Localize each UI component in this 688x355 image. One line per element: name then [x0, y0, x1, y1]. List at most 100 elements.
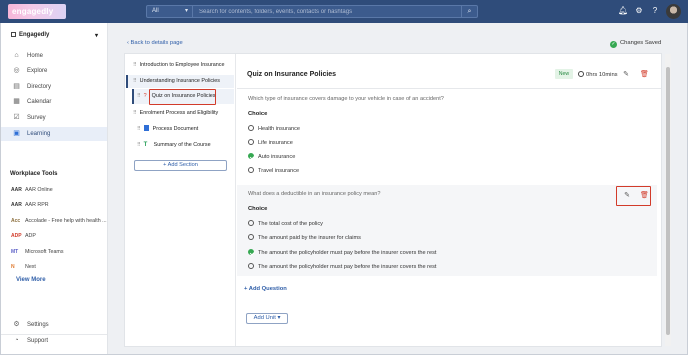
tool-label: AAR RPR [25, 202, 49, 208]
teams-logo-icon: MT [11, 249, 19, 255]
quiz-duration[interactable]: 0hrs 10mins [578, 71, 618, 78]
user-avatar[interactable] [666, 4, 681, 19]
lesson-item-process-document[interactable]: ⠿ Process Document [137, 125, 198, 132]
back-to-details-link[interactable]: ‹ Back to details page [127, 40, 183, 46]
sidebar-item-label: Support [27, 338, 49, 344]
question-icon[interactable]: ? [650, 6, 660, 16]
radio-button-checked[interactable] [248, 153, 254, 159]
quiz-editor: Quiz on Insurance Policies New 0hrs 10mi… [237, 54, 661, 346]
tool-label: ADP [25, 233, 36, 239]
edit-question-icon[interactable]: ✎ [623, 192, 631, 200]
sidebar-item-explore[interactable]: ◎ Explore [1, 64, 107, 78]
scrollbar-thumb[interactable] [666, 67, 670, 335]
tool-aar-rpr[interactable]: AAR AAR RPR [1, 198, 107, 212]
choice-label: Choice [248, 206, 268, 212]
search-icon[interactable]: ⌕ [461, 6, 477, 17]
course-editor-panel: ⠿ Introduction to Employee Insurance ⠿ Und… [124, 53, 662, 347]
engagedly-logo[interactable]: engagedly [8, 4, 66, 19]
clock-icon [578, 71, 584, 77]
home-icon: ⌂ [14, 52, 19, 59]
tool-adp[interactable]: ADP ADP [1, 229, 107, 243]
quiz-title: Quiz on Insurance Policies [247, 71, 337, 78]
org-icon [11, 32, 16, 37]
radio-button[interactable] [248, 125, 254, 131]
tool-accolade[interactable]: Acc Accolade - Free help with health ... [1, 214, 107, 228]
sidebar-item-learning[interactable]: ▣ Learning [1, 127, 107, 141]
sidebar-item-label: Settings [27, 322, 49, 328]
delete-question-icon[interactable]: 🗑︎ [640, 192, 649, 200]
accolade-logo-icon: Acc [11, 218, 21, 224]
calendar-icon: ▦ [13, 98, 20, 105]
sidebar-item-calendar[interactable]: ▦ Calendar [1, 95, 107, 109]
radio-button-checked[interactable] [248, 249, 254, 255]
sidebar-item-directory[interactable]: ▤ Directory [1, 80, 107, 94]
aar-logo-icon: AAR [11, 187, 22, 193]
sidebar-item-label: Explore [27, 68, 48, 74]
radio-button[interactable] [248, 220, 254, 226]
sidebar-item-home[interactable]: ⌂ Home [1, 49, 107, 63]
chevron-down-icon: ▾ [184, 8, 188, 14]
bell-icon[interactable]: 🔔︎ [618, 6, 628, 16]
chevron-down-icon: ▾ [275, 315, 281, 321]
gear-icon[interactable]: ⚙︎ [634, 6, 644, 16]
org-switcher[interactable]: Engagedly ▾ [11, 32, 98, 39]
sidebar-item-survey[interactable]: ☑ Survey [1, 111, 107, 125]
aar-logo-icon: AAR [11, 202, 22, 208]
sidebar-item-label: Home [27, 53, 44, 59]
option-label: Health insurance [258, 126, 300, 132]
add-unit-button[interactable]: Add Unit ▾ [246, 313, 288, 324]
radio-button[interactable] [248, 139, 254, 145]
unit-item[interactable]: ⠿ Introduction to Employee Insurance [133, 62, 224, 68]
search-scope-dropdown[interactable]: All ▾ [147, 6, 193, 17]
answer-option[interactable]: The total cost of the policy [248, 220, 323, 227]
search-scope-label: All [152, 8, 159, 14]
survey-icon: ☑ [13, 114, 20, 121]
drag-handle-icon[interactable]: ⠿ [137, 142, 141, 148]
answer-option[interactable]: Travel insurance [248, 167, 299, 174]
lesson-item-summary[interactable]: ⠿ T Summary of the Course [137, 142, 211, 148]
option-label: The amount paid by the insurer for claim… [258, 235, 361, 241]
unit-title: Understanding Insurance Policies [139, 78, 220, 84]
delete-quiz-icon[interactable]: 🗑︎ [640, 71, 649, 79]
answer-option-correct[interactable]: The amount the policyholder must pay bef… [248, 249, 436, 256]
answer-option-correct[interactable]: Auto insurance [248, 153, 295, 160]
radio-button[interactable] [248, 234, 254, 240]
drag-handle-icon[interactable]: ⠿ [133, 110, 137, 116]
org-name: Engagedly [19, 32, 50, 39]
save-status-label: Changes Saved [620, 40, 662, 46]
search-input[interactable] [199, 6, 459, 17]
answer-option[interactable]: The amount the policyholder must pay bef… [248, 263, 436, 270]
tool-aar-online[interactable]: AAR AAR Online [1, 183, 107, 197]
tool-label: Accolade - Free help with health ... [25, 218, 107, 224]
unit-item[interactable]: ⠿ Enrolment Process and Eligibility [133, 110, 218, 116]
tool-next[interactable]: N Next [1, 260, 107, 274]
course-outline: ⠿ Introduction to Employee Insurance ⠿ Und… [125, 54, 236, 346]
option-label: Travel insurance [258, 168, 300, 174]
sidebar-item-support[interactable]: ◔ Support [1, 334, 107, 348]
sidebar-item-label: Calendar [27, 99, 52, 105]
unit-item[interactable]: ⠿ Understanding Insurance Policies [133, 78, 220, 84]
sidebar-item-label: Learning [27, 131, 51, 137]
drag-handle-icon[interactable]: ⠿ [133, 62, 137, 68]
radio-button[interactable] [248, 263, 254, 269]
lesson-title: Summary of the Course [153, 142, 211, 148]
answer-option[interactable]: The amount paid by the insurer for claim… [248, 234, 361, 241]
check-circle-icon: ✓ [610, 41, 617, 48]
drag-handle-icon[interactable]: ⠿ [133, 78, 137, 84]
drag-handle-icon[interactable]: ⠿ [137, 93, 141, 99]
unit-title: Introduction to Employee Insurance [139, 62, 225, 68]
edit-quiz-icon[interactable]: ✎ [622, 71, 630, 79]
add-section-button[interactable]: + Add Section [134, 160, 227, 171]
answer-option[interactable]: Life insurance [248, 139, 293, 146]
add-question-button[interactable]: + Add Question [244, 286, 287, 292]
radio-button[interactable] [248, 167, 254, 173]
view-more-link[interactable]: View More [16, 277, 46, 283]
sidebar-item-settings[interactable]: ⚙︎ Settings [1, 318, 107, 332]
question-text: Which type of insurance covers damage to… [248, 96, 444, 102]
sidebar: Engagedly ▾ ⌂ Home ◎ Explore ▤ Directory ▦ Ca… [1, 23, 108, 354]
answer-option[interactable]: Health insurance [248, 125, 300, 132]
drag-handle-icon[interactable]: ⠿ [137, 126, 141, 132]
adp-logo-icon: ADP [11, 233, 22, 239]
tool-microsoft-teams[interactable]: MT Microsoft Teams [1, 245, 107, 259]
duration-label: 0hrs 10mins [586, 72, 618, 78]
